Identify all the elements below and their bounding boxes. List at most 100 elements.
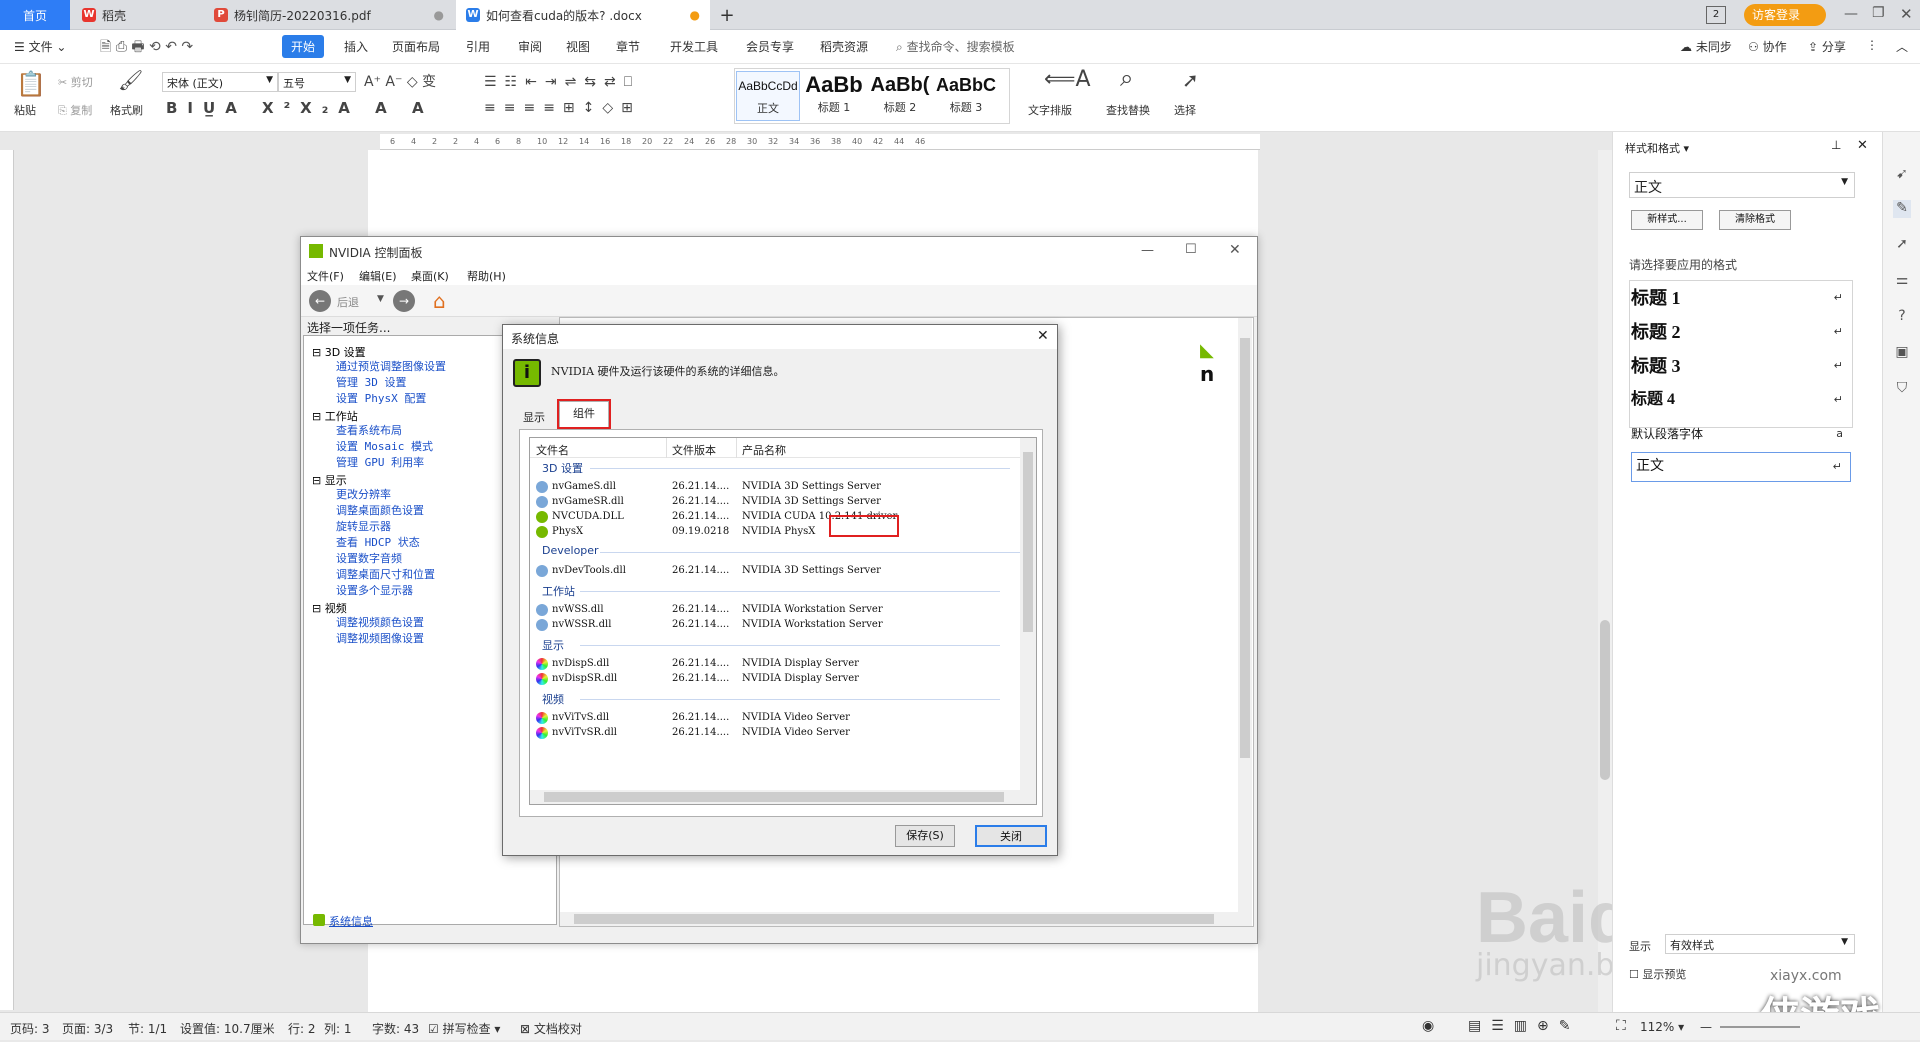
nv-hscroll[interactable] [560, 912, 1238, 926]
close-window-icon[interactable]: ✕ [1900, 5, 1913, 23]
list-vscroll[interactable] [1020, 438, 1036, 790]
nv-menu-file[interactable]: 文件(F) [307, 268, 344, 284]
sliders-icon[interactable]: ⚌ [1893, 272, 1911, 290]
style-item-h3[interactable]: 标题 3 ↵ [1631, 352, 1851, 380]
col-filename[interactable]: 文件名 [536, 442, 569, 458]
tab-chapter[interactable]: 章节 [616, 38, 640, 55]
list-hscroll[interactable] [530, 790, 1036, 804]
paragraph-tools-row2[interactable]: ≡≡≡≡⊞↕◇⊞ [484, 100, 641, 116]
proofread-button[interactable]: ⊠ 文档校对 [520, 1020, 582, 1037]
fit-icon[interactable]: ⛶ [1616, 1018, 1626, 1034]
tab-resources[interactable]: 稻壳资源 [820, 38, 868, 55]
eye-icon[interactable]: ◉ [1422, 1018, 1434, 1034]
save-button[interactable]: 保存(S) [895, 825, 955, 847]
back-arrow-icon[interactable]: ← [309, 290, 331, 312]
tab-member[interactable]: 会员专享 [746, 38, 794, 55]
nv-maximize-icon[interactable]: ☐ [1185, 242, 1197, 257]
style-item-h2[interactable]: 标题 2 ↵ [1631, 318, 1851, 346]
tab-docx[interactable]: W 如何查看cuda的版本? .docx ● [456, 0, 710, 30]
style-heading2[interactable]: AaBb(标题 2 [868, 71, 932, 121]
paste-icon[interactable]: 📋 [16, 72, 46, 96]
shield-icon[interactable]: ⛉ [1893, 380, 1911, 398]
zoom-select[interactable]: 112% ▾ [1640, 1020, 1684, 1034]
tree-link[interactable]: 设置 PhysX 配置 [336, 390, 426, 406]
style-item-h1[interactable]: 标题 1 ↵ [1631, 284, 1851, 312]
list-item[interactable]: nvViTvSR.dll 26.21.14.... NVIDIA Video Ser… [530, 724, 1020, 742]
style-heading3[interactable]: AaBbC 标题 3 [934, 71, 998, 121]
forward-arrow-icon[interactable]: → [393, 290, 415, 312]
spell-check-button[interactable]: ☑ 拼写检查 ▾ [428, 1020, 500, 1037]
font-size-tools[interactable]: A⁺ A⁻ ◇ 变 [364, 74, 436, 90]
close-icon[interactable]: ● [434, 8, 444, 22]
collapse-ribbon-icon[interactable]: ︿ [1896, 38, 1908, 55]
scroll-thumb[interactable] [1600, 620, 1610, 780]
nv-vscroll[interactable] [1238, 318, 1252, 926]
font-name-select[interactable]: 宋体 (正文) ▼ [162, 72, 278, 92]
page-num-icon[interactable]: 2 [1706, 6, 1726, 24]
tree-link[interactable]: 调整桌面颜色设置 [336, 502, 424, 518]
tree-link[interactable]: 旋转显示器 [336, 518, 391, 534]
dialog-close-icon[interactable]: ✕ [1037, 328, 1049, 344]
tree-link[interactable]: 设置 Mosaic 模式 [336, 438, 433, 454]
tree-link[interactable]: 管理 3D 设置 [336, 374, 407, 390]
panel-close-icon[interactable]: ✕ [1857, 138, 1868, 153]
select-button[interactable]: 选择 [1174, 102, 1196, 118]
chevron-down-icon[interactable]: ▼ [377, 294, 384, 304]
paste-button[interactable]: 粘贴 [14, 102, 36, 118]
tree-link[interactable]: 设置数字音频 [336, 550, 402, 566]
show-style-select[interactable]: 有效样式 ▼ [1665, 934, 1855, 954]
col-product[interactable]: 产品名称 [742, 442, 786, 458]
status-page-count[interactable]: 页码: 3 [10, 1020, 50, 1037]
pin-icon[interactable]: ⊥ [1831, 138, 1841, 152]
tree-link[interactable]: 管理 GPU 利用率 [336, 454, 424, 470]
components-list[interactable]: 文件名 文件版本 产品名称 3D 设置 nvGameS.dll 26.21.14..… [529, 437, 1037, 805]
list-item[interactable]: PhysX 09.19.0218 NVIDIA PhysX [530, 523, 1020, 541]
image-icon[interactable]: ▣ [1893, 344, 1911, 362]
text-format-buttons[interactable]: BIU̲A X²X₂A A A [166, 100, 434, 116]
paragraph-tools-row1[interactable]: ☰☷⇤⇥⇌⇆⇄⎕ [484, 74, 640, 90]
tree-link[interactable]: 查看 HDCP 状态 [336, 534, 420, 550]
find-icon[interactable]: ⌕ [1120, 66, 1133, 90]
nv-menu-help[interactable]: 帮助(H) [467, 268, 506, 284]
share-button[interactable]: ⇪ 分享 [1808, 38, 1846, 55]
list-item[interactable]: nvDispSR.dll 26.21.14.... NVIDIA Display S… [530, 670, 1020, 688]
new-tab-button[interactable]: + [712, 0, 742, 30]
tab-daoke[interactable]: W 稻壳 [72, 0, 200, 30]
style-item-body[interactable]: 正文 ↵ [1631, 452, 1851, 482]
tab-references[interactable]: 引用 [466, 38, 490, 55]
format-painter-icon[interactable]: 🖌 [118, 70, 143, 90]
list-item[interactable]: nvWSSR.dll 26.21.14.... NVIDIA Workstation… [530, 616, 1020, 634]
sysinfo-link[interactable]: 系统信息 [329, 913, 373, 929]
nv-close-icon[interactable]: ✕ [1229, 242, 1241, 258]
tab-pdf[interactable]: P 杨钊简历-20220316.pdf ● [204, 0, 454, 30]
pen-icon[interactable]: ✎ [1893, 200, 1911, 218]
tab-layout[interactable]: 页面布局 [392, 38, 440, 55]
tab-display[interactable]: 显示 [519, 407, 549, 427]
rocket-icon[interactable]: ➹ [1893, 166, 1911, 184]
nv-menu-desktop[interactable]: 桌面(K) [411, 268, 449, 284]
home-icon[interactable]: ⌂ [433, 289, 446, 313]
text-layout-icon[interactable]: ⟸A [1044, 69, 1091, 91]
tree-link[interactable]: 调整桌面尺寸和位置 [336, 566, 435, 582]
preview-checkbox[interactable]: ☐ 显示预览 [1629, 966, 1686, 982]
tab-start[interactable]: 开始 [282, 35, 325, 58]
tab-view[interactable]: 视图 [566, 38, 590, 55]
select-cursor-icon[interactable]: ➚ [1182, 70, 1199, 90]
cursor-icon[interactable]: ➚ [1893, 236, 1911, 254]
tree-link[interactable]: 设置多个显示器 [336, 582, 413, 598]
command-search[interactable]: ⌕ 查找命令、搜索模板 [896, 38, 1015, 55]
new-style-button[interactable]: 新样式... [1631, 210, 1703, 230]
tree-link[interactable]: 调整视频颜色设置 [336, 614, 424, 630]
close-button[interactable]: 关闭 [975, 825, 1047, 847]
font-size-select[interactable]: 五号 ▼ [278, 72, 356, 92]
clear-format-button[interactable]: 清除格式 [1719, 210, 1791, 230]
view-mode-icons[interactable]: ▤☰▥⊕✎ [1468, 1018, 1580, 1034]
more-icon[interactable]: ⋮ [1866, 38, 1878, 52]
tab-review[interactable]: 审阅 [518, 38, 542, 55]
col-version[interactable]: 文件版本 [672, 442, 716, 458]
tree-link[interactable]: 调整视频图像设置 [336, 630, 424, 646]
tree-link[interactable]: 更改分辨率 [336, 486, 391, 502]
file-menu[interactable]: ☰ 文件 ⌄ [14, 38, 66, 55]
zoom-slider[interactable] [1720, 1026, 1800, 1028]
format-painter-button[interactable]: 格式刷 [110, 102, 143, 118]
